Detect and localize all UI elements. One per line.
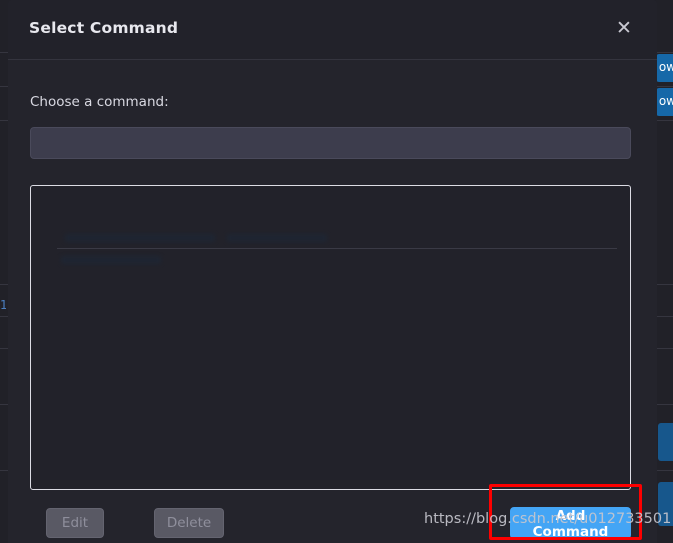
dialog-title: Select Command [29,19,179,37]
background-row-action-button-3[interactable] [658,423,673,461]
redacted-text-shadow [61,256,161,264]
command-list[interactable] [30,185,631,490]
redacted-text-block [59,268,246,281]
background-left-chip: 1 [0,298,6,312]
edit-button[interactable]: Edit [46,508,104,538]
background-row-action-button-2[interactable]: ow [656,88,673,116]
close-x-icon[interactable]: ✕ [611,16,637,42]
redacted-text-shadow [65,234,215,242]
dialog-body: Choose a command: Edit Delete Add Comman… [8,60,657,543]
redacted-text-shadow [227,234,327,242]
redacted-text-block [236,220,328,233]
delete-button[interactable]: Delete [154,508,224,538]
command-search-input[interactable] [30,127,631,159]
background-row-action-button-4[interactable] [658,482,673,526]
select-command-dialog: Select Command ✕ Choose a command: Edit … [8,0,657,543]
dialog-titlebar: Select Command ✕ [8,0,657,60]
redacted-text-block [59,220,227,233]
add-command-button[interactable]: Add Command [510,507,631,540]
choose-command-label: Choose a command: [30,94,169,110]
background-row-action-button-1[interactable]: ow [656,54,673,82]
list-separator [57,248,617,249]
redacted-text-block [254,268,348,281]
